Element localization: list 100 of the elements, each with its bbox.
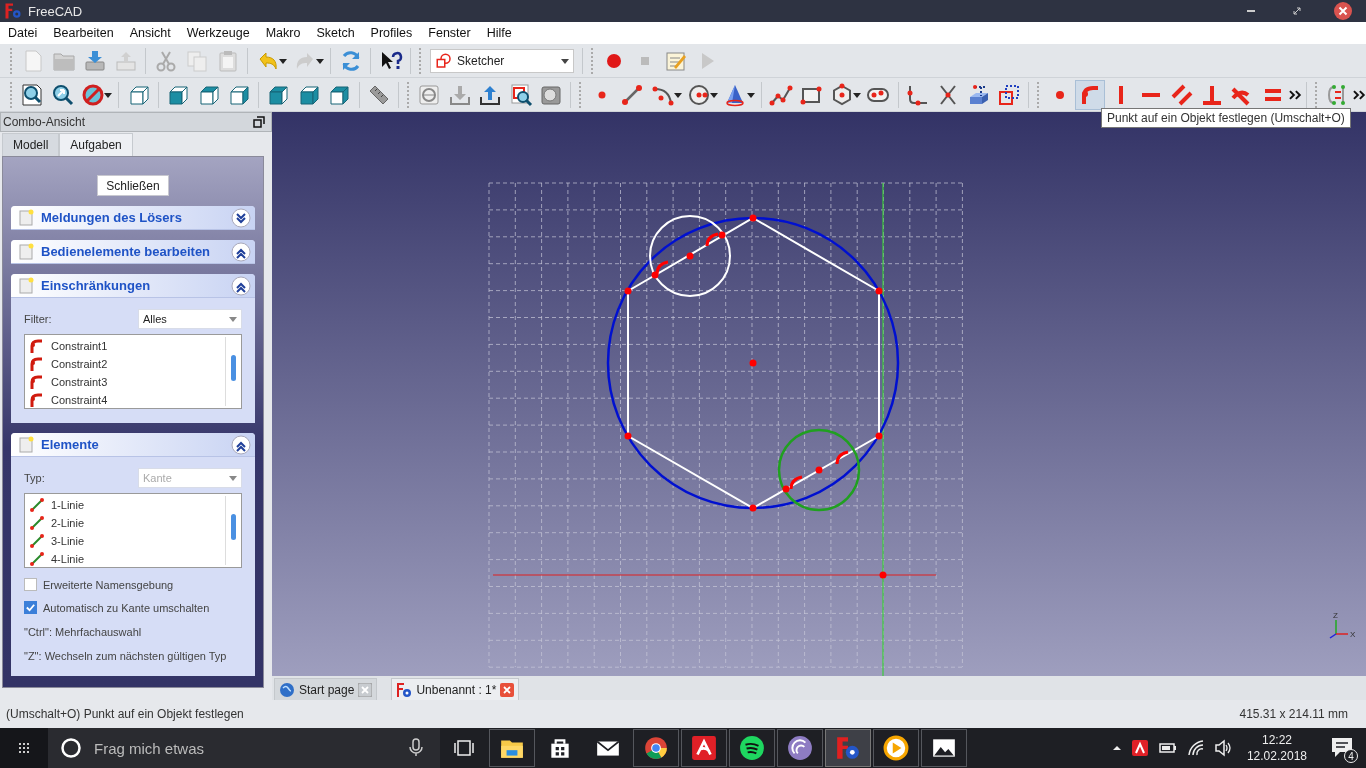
- sketch-shapes-icon: [435, 51, 453, 70]
- microphone-icon[interactable]: [408, 738, 424, 758]
- dropdown[interactable]: Alles: [138, 309, 242, 329]
- sketch-zoom-icon[interactable]: [508, 82, 533, 107]
- ring-icon: [60, 737, 82, 759]
- axis-triad-drawing: [1329, 619, 1349, 639]
- caret-icon[interactable]: [673, 90, 682, 99]
- constraint-tool-button[interactable]: [1075, 79, 1105, 110]
- restore-icon[interactable]: [1291, 5, 1303, 17]
- list-item[interactable]: 4-Linie: [51, 553, 85, 565]
- menu-item[interactable]: Datei: [0, 26, 46, 40]
- undock-icon[interactable]: [253, 116, 265, 128]
- caret-icon[interactable]: [710, 90, 719, 99]
- hint-text: "Ctrl": Mehrfachauswahl: [24, 626, 143, 638]
- tooltip: Punkt auf ein Objekt festlegen (Umschalt+O): [1101, 108, 1351, 128]
- menu-item[interactable]: Fenster: [420, 26, 479, 40]
- menu-item[interactable]: Ansicht: [121, 26, 179, 40]
- menu-item[interactable]: Werkzeuge: [178, 26, 258, 40]
- dashed-squares-icon[interactable]: [997, 82, 1022, 107]
- clock[interactable]: 12:22 12.02.2018: [1246, 732, 1307, 764]
- curve-icon: [29, 356, 45, 372]
- checkmark-icon: [25, 602, 36, 613]
- taskbar-app[interactable]: [921, 729, 967, 767]
- umbrella-logo-icon[interactable]: [1130, 739, 1149, 757]
- scrollbar-thumb[interactable]: [231, 514, 236, 540]
- chrome-icon: [643, 735, 669, 761]
- checkbox-label[interactable]: Erweiterte Namensgebung: [43, 578, 174, 591]
- curve-icon: [29, 392, 45, 408]
- list-item[interactable]: Constraint4: [51, 394, 108, 406]
- save-icon[interactable]: [82, 48, 107, 73]
- document-tab[interactable]: Unbenannt : 1*: [391, 678, 520, 700]
- taskbar-app[interactable]: [633, 729, 679, 767]
- dimensions-text: 415.31 x 214.11 mm: [1239, 707, 1348, 721]
- expand-icon[interactable]: [231, 207, 251, 228]
- note-icon: [19, 208, 35, 227]
- menu-item[interactable]: Hilfe: [478, 26, 520, 40]
- zoom-arrow-icon[interactable]: [50, 82, 75, 107]
- speech-bubble-icon[interactable]: [1330, 735, 1354, 759]
- grid-dots-icon[interactable]: [17, 741, 31, 755]
- checkbox[interactable]: [24, 578, 37, 591]
- field-label: Typ:: [24, 472, 45, 484]
- line-icon[interactable]: [620, 82, 645, 107]
- panel-tab[interactable]: Modell: [2, 133, 60, 156]
- sound-waves-icon: [739, 735, 765, 761]
- caret-icon[interactable]: [104, 90, 113, 99]
- caret-icon[interactable]: [853, 90, 862, 99]
- document-tab[interactable]: Start page: [274, 678, 378, 700]
- caret-icon[interactable]: [746, 90, 755, 99]
- list-item[interactable]: Constraint1: [51, 340, 108, 352]
- wifi-icon[interactable]: [1186, 739, 1205, 757]
- line-segment-icon: [29, 551, 45, 567]
- note-icon: [19, 242, 35, 261]
- axis-label: X: [1350, 630, 1356, 639]
- line-segment-icon: [29, 533, 45, 549]
- collapse-icon[interactable]: [231, 275, 251, 296]
- sketch-sheet-icon[interactable]: [417, 82, 442, 107]
- line-segment-icon: [29, 515, 45, 531]
- task-view-icon[interactable]: [454, 739, 474, 757]
- status-message: (Umschalt+O) Punkt auf ein Objekt festlegen: [6, 707, 244, 721]
- close-button[interactable]: Schließen: [97, 175, 169, 196]
- panel-tab[interactable]: Aufgaben: [59, 133, 133, 156]
- checkbox-label[interactable]: Automatisch zu Kante umschalten: [43, 601, 210, 614]
- line-segment-icon: [29, 497, 45, 513]
- collapse-icon[interactable]: [231, 434, 251, 455]
- menu-item[interactable]: Bearbeiten: [45, 26, 122, 40]
- list-item[interactable]: Constraint2: [51, 358, 108, 370]
- close-icon[interactable]: [1334, 2, 1352, 20]
- fit-all-icon[interactable]: [20, 82, 45, 107]
- caret-icon[interactable]: [279, 56, 287, 65]
- parallel-lines-icon: [1169, 82, 1194, 107]
- caret-icon: [229, 474, 237, 482]
- small-circle[interactable]: [777, 428, 861, 512]
- no-sign-icon[interactable]: [81, 82, 106, 107]
- taskbar-app[interactable]: [681, 729, 727, 767]
- menu-item[interactable]: Sketch: [308, 26, 363, 40]
- note-icon: [19, 276, 35, 295]
- field-label: Filter:: [24, 313, 52, 325]
- list-item[interactable]: 1-Linie: [51, 499, 85, 511]
- checkbox[interactable]: [24, 601, 37, 614]
- taskbar-app[interactable]: [777, 729, 823, 767]
- chevron-up-icon[interactable]: [1111, 743, 1122, 753]
- freecad-logo-icon: [835, 735, 861, 761]
- search-field[interactable]: Frag mich etwas: [48, 728, 440, 768]
- menu-item[interactable]: Makro: [257, 26, 309, 40]
- taskbar-app[interactable]: [489, 729, 535, 767]
- speaker-icon[interactable]: [1213, 739, 1232, 757]
- list-item[interactable]: 3-Linie: [51, 535, 85, 547]
- scrollbar-thumb[interactable]: [231, 355, 236, 381]
- circle-icon[interactable]: [687, 82, 711, 107]
- sketch-points[interactable]: [624, 214, 887, 579]
- workbench-dropdown[interactable]: Sketcher: [430, 48, 574, 73]
- caret-icon[interactable]: [316, 56, 324, 65]
- window-title: FreeCAD: [28, 3, 83, 19]
- menu-item[interactable]: Profiles: [362, 26, 421, 40]
- list-item[interactable]: 2-Linie: [51, 517, 85, 529]
- collapse-icon[interactable]: [231, 241, 251, 262]
- taskbar-app[interactable]: [729, 729, 775, 767]
- taskbar-app[interactable]: [873, 729, 919, 767]
- hint-text: "Z": Wechseln zum nächsten gültigen Typ: [24, 650, 228, 662]
- list-item[interactable]: Constraint3: [51, 376, 108, 388]
